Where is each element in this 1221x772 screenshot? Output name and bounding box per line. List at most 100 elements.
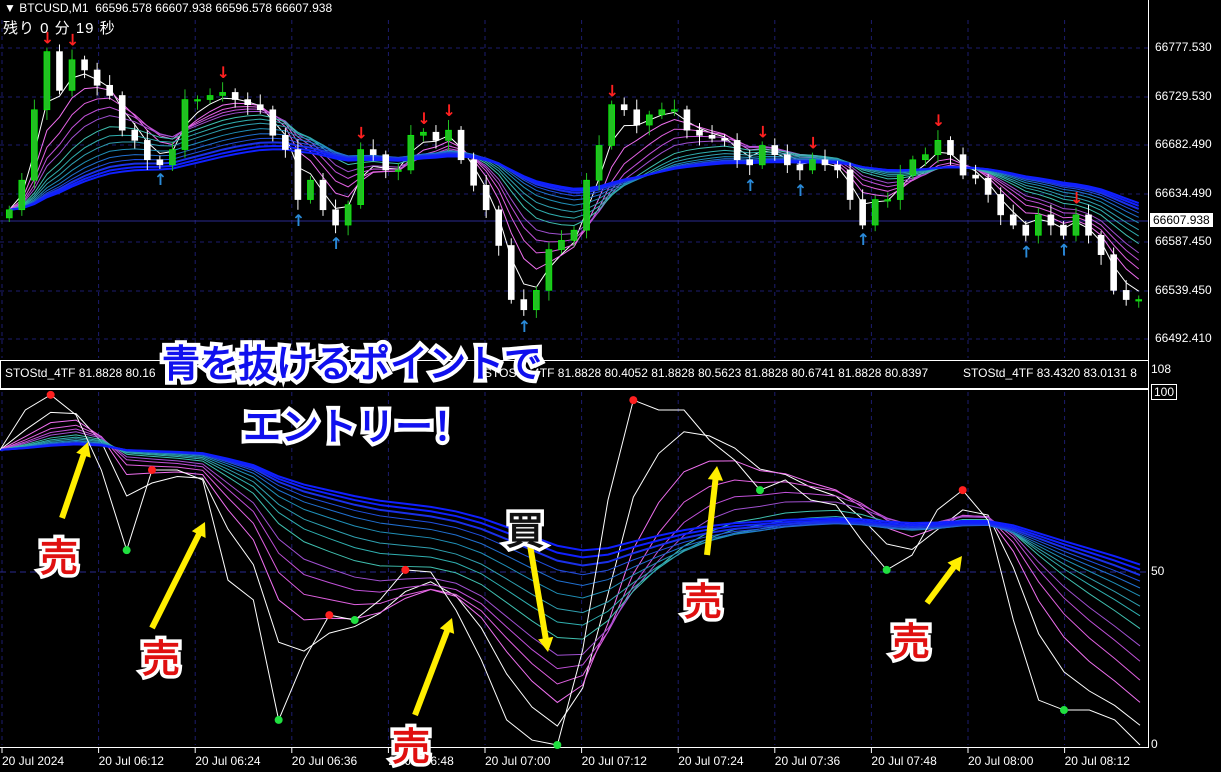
candle-bearish (432, 131, 440, 141)
annotation-arrow (59, 450, 88, 519)
candle-bearish (106, 84, 113, 96)
price-tick-label: 66492.410 (1155, 330, 1212, 345)
annotation-arrow (412, 626, 452, 717)
annotation-sell-1: 売 (36, 533, 81, 584)
stoch-sell-dot (958, 486, 967, 495)
candle-bullish (558, 240, 565, 250)
stoch-buy-dot (553, 741, 562, 749)
candle-bearish (118, 95, 126, 131)
stoch-buy-dot (1060, 706, 1068, 715)
candle-bullish (934, 140, 942, 155)
candle-countdown: 残り 0 分 19 秒 (3, 20, 116, 37)
stoch-main-line (0, 394, 1141, 746)
time-tick-label: 20 Jul 07:36 (774, 754, 841, 768)
candle-bearish (784, 154, 791, 166)
price-tick-label: 66539.450 (1155, 282, 1212, 297)
stoch-sell-dot (46, 390, 55, 399)
candle-bullish (5, 209, 13, 219)
annotation-headline-2: エントリー！ (239, 401, 475, 453)
candle-bullish (545, 249, 553, 291)
ma-ribbon-line (9, 128, 1139, 224)
candle-bearish (256, 104, 264, 111)
candle-bullish (595, 145, 603, 181)
stoch-buy-dot (122, 546, 131, 555)
time-tick-label: 20 Jul 06:36 (291, 754, 358, 768)
price-tick-label: 66777.530 (1155, 40, 1212, 54)
candle-bearish (859, 199, 866, 226)
stoch-sell-dot (148, 466, 156, 475)
candle-bullish (533, 290, 540, 311)
annotation-arrowhead-icon (707, 466, 724, 481)
candle-bullish (181, 99, 189, 150)
symbol-label: ▼ BTCUSD,M1 (4, 1, 89, 15)
candle-bullish (344, 204, 352, 226)
annotation-arrow (924, 562, 959, 605)
candle-bearish (1047, 214, 1055, 226)
annotation-sell-2: 売 (138, 634, 183, 685)
stoch-ribbon-line (0, 431, 1141, 656)
candle-bearish (683, 109, 691, 131)
time-tick-label: 20 Jul 08:00 (968, 754, 1034, 768)
candle-bearish (1060, 224, 1067, 236)
stoch-sell-dot (629, 396, 638, 405)
candle-bearish (696, 129, 703, 136)
candle-bearish (520, 299, 528, 311)
candle-bullish (884, 199, 892, 202)
candle-bearish (319, 179, 327, 211)
candle-bullish (307, 179, 314, 200)
candle-bullish (809, 159, 816, 171)
price-tick-label: 66587.450 (1155, 233, 1212, 248)
candle-bearish (332, 209, 339, 226)
current-price-label: 66607.938 (1150, 213, 1213, 228)
annotation-headline-1: 青を抜けるポイントで (158, 338, 546, 390)
buy-arrow-icon: ↑ (744, 176, 757, 195)
candle-bearish (470, 159, 477, 186)
annotation-sell-4: 売 (680, 577, 725, 628)
candle-bullish (357, 149, 364, 205)
candle-bearish (81, 59, 88, 71)
candle-bullish (194, 99, 201, 102)
ma-ribbon-line (8, 87, 1140, 280)
sell-arrow-icon: ↓ (932, 111, 945, 130)
stoch-tick-label: 0 (1151, 737, 1158, 751)
candle-bearish (620, 104, 628, 111)
candle-bullish (871, 199, 879, 226)
candle-bearish (708, 134, 716, 139)
candle-bearish (507, 245, 515, 300)
candle-bullish (1072, 214, 1080, 236)
candle-bearish (846, 169, 854, 200)
sell-arrow-icon: ↓ (355, 123, 368, 142)
candle-bearish (984, 177, 992, 195)
ma-ribbon-line (9, 148, 1140, 211)
stoch-buy-dot (756, 486, 764, 495)
candle-bearish (1110, 254, 1117, 291)
price-tick-label: 66682.490 (1155, 136, 1212, 151)
annotation-sell-5: 売 (888, 617, 933, 668)
sell-arrow-icon: ↓ (806, 134, 819, 153)
sell-arrow-icon: ↓ (217, 63, 230, 82)
indicator-legend-2: STOStd_4TF 81.8828 80.4052 81.8828 80.56… (484, 366, 929, 380)
candle-bearish (369, 149, 377, 155)
candle-bearish (457, 129, 465, 161)
time-tick-label: 20 Jul 06:12 (98, 754, 164, 768)
time-tick-label: 20 Jul 07:48 (871, 754, 937, 768)
time-tick-label: 20 Jul 2024 (2, 754, 65, 768)
buy-arrow-icon: ↑ (292, 211, 305, 230)
buy-arrow-icon: ↑ (857, 230, 870, 249)
candle-bearish (93, 69, 101, 86)
candle-bearish (746, 159, 753, 166)
stoch-tick-label: 108 (1151, 362, 1172, 376)
time-tick-label: 20 Jul 06:24 (195, 754, 261, 768)
candle-bullish (445, 129, 452, 141)
candle-bullish (31, 109, 38, 181)
indicator-legend-1: STOStd_4TF 81.8828 80.16 (5, 366, 156, 380)
ma-ribbon-line (9, 137, 1139, 214)
sell-arrow-icon: ↓ (606, 82, 619, 101)
candle-bullish (909, 159, 917, 176)
sell-arrow-icon: ↓ (756, 122, 769, 141)
sell-arrow-icon: ↓ (1070, 189, 1083, 208)
candle-bullish (1135, 299, 1143, 302)
time-tick-label: 20 Jul 07:12 (581, 754, 647, 768)
candle-bullish (645, 114, 653, 126)
candle-bearish (269, 109, 277, 136)
